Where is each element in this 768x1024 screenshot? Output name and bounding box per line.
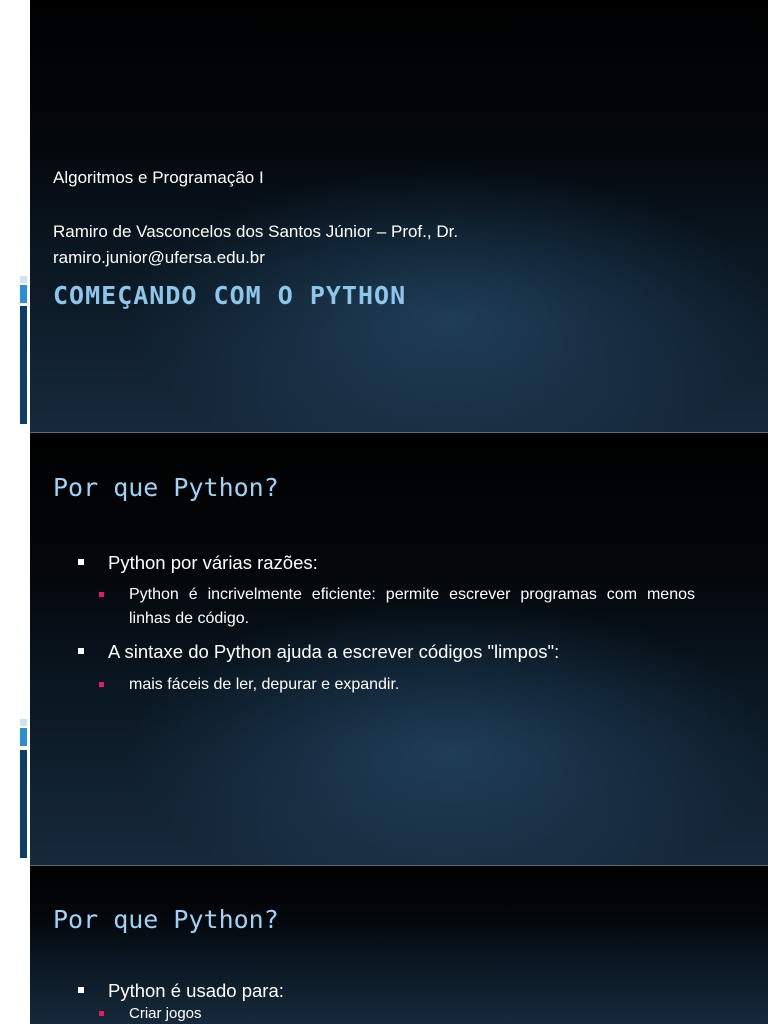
- list-item: Criar jogos: [99, 1004, 695, 1024]
- bullet-square-icon: [78, 987, 84, 993]
- bullet-square-icon: [99, 592, 104, 597]
- slide-1: [30, 0, 768, 432]
- deck-title: COMEÇANDO COM O PYTHON: [53, 281, 407, 310]
- slide-2-marker: [20, 719, 27, 858]
- slide-3-title: Por que Python?: [53, 905, 279, 934]
- bullet-square-icon: [99, 1011, 104, 1016]
- list-item: Python é incrivelmente eficiente: permit…: [99, 583, 695, 631]
- list-item: Python é usado para:: [78, 979, 718, 1003]
- bullet-square-icon: [99, 682, 104, 687]
- slide-2-title: Por que Python?: [53, 473, 279, 502]
- slide-1-marker: [20, 276, 27, 424]
- author-name: Ramiro de Vasconcelos dos Santos Júnior …: [53, 222, 459, 241]
- author-email: ramiro.junior@ufersa.edu.br: [53, 248, 265, 267]
- list-item: A sintaxe do Python ajuda a escrever cód…: [78, 640, 718, 664]
- list-item: mais fáceis de ler, depurar e expandir.: [99, 673, 695, 697]
- bullet-square-icon: [78, 648, 84, 654]
- list-item: Python por várias razões:: [78, 551, 718, 575]
- course-name: Algoritmos e Programação I: [53, 168, 264, 187]
